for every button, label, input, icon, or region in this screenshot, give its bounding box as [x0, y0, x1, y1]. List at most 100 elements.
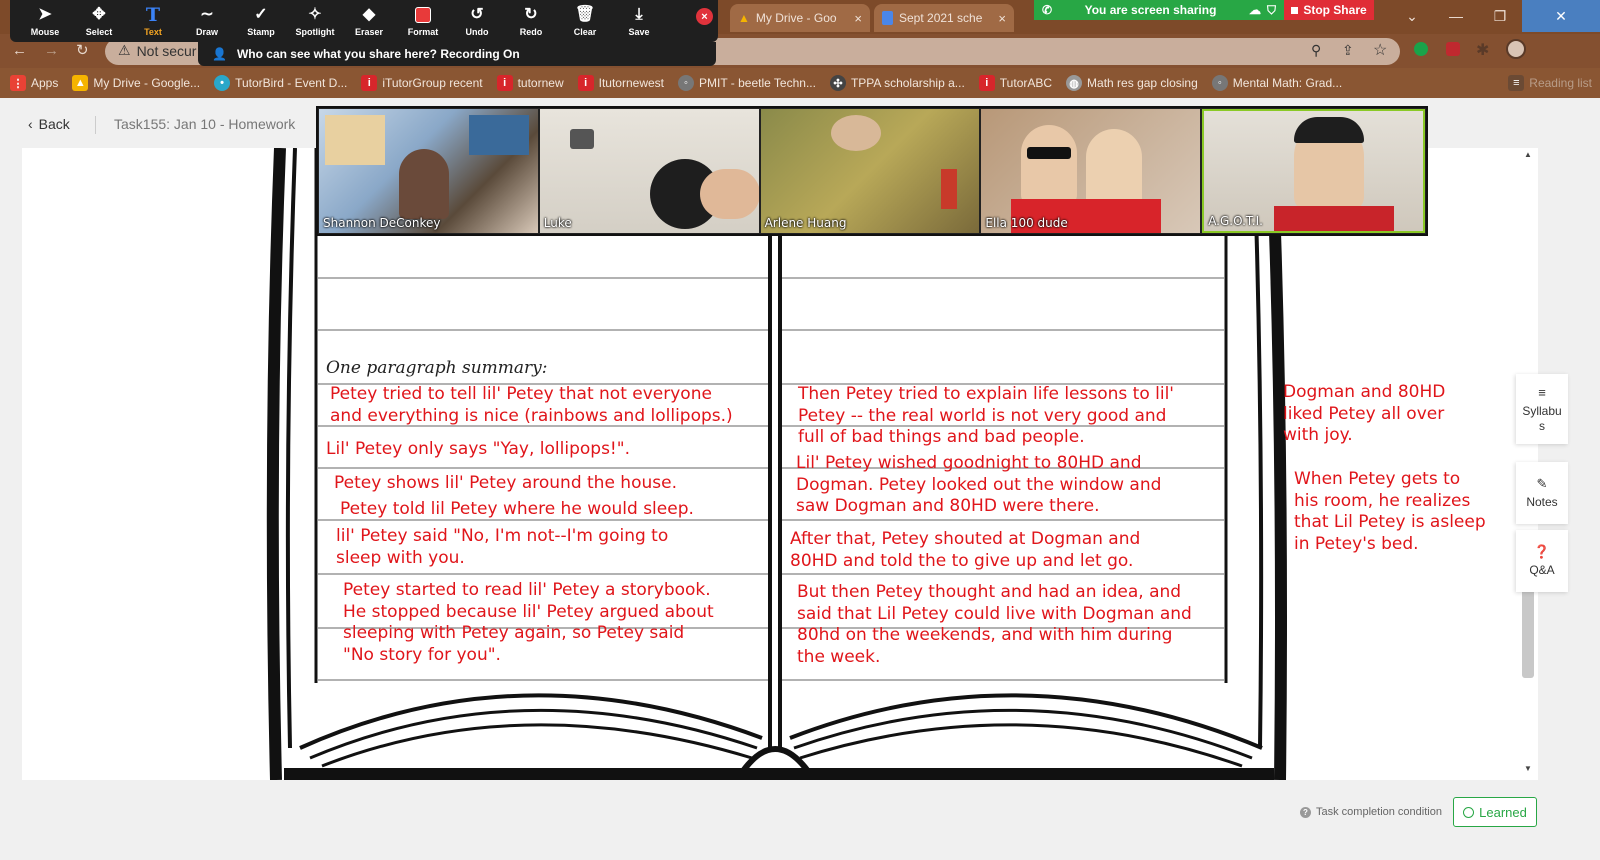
side-panel-label: Notes — [1526, 495, 1558, 509]
bookmark-apps[interactable]: ⋮ Apps — [10, 75, 58, 91]
restore-icon[interactable]: ❐ — [1478, 0, 1522, 32]
person — [399, 149, 449, 219]
apps-grid-icon: ⋮ — [10, 75, 26, 91]
video-tile-shannon[interactable]: Shannon DeConkey — [319, 109, 538, 233]
warning-icon: ⚠ — [118, 42, 131, 58]
left-note-1[interactable]: Petey tried to tell lil' Petey that not … — [330, 384, 733, 427]
right-note-1[interactable]: Then Petey tried to explain life lessons… — [798, 384, 1174, 449]
tool-label: Undo — [465, 27, 489, 37]
bookmark-mental-math[interactable]: ◦ Mental Math: Grad... — [1211, 75, 1342, 91]
video-tile-agoti[interactable]: A.G.O.T.I. — [1202, 109, 1425, 233]
left-note-4[interactable]: Petey told lil Petey where he would slee… — [340, 499, 694, 521]
tool-eraser[interactable]: ◆ Eraser — [342, 0, 396, 42]
tool-stamp[interactable]: ✓ Stamp — [234, 0, 288, 42]
tool-redo[interactable]: ↻ Redo — [504, 0, 558, 42]
screen-sharing-banner: ✆ You are screen sharing ☁ ⛉ — [1034, 0, 1284, 20]
side-panel-qa[interactable]: ❓ Q&A — [1516, 530, 1568, 592]
bookmark-itutorgroup[interactable]: i iTutorGroup recent — [361, 75, 483, 91]
bookmark-tutorabc[interactable]: i TutorABC — [978, 75, 1053, 91]
back-button[interactable]: ‹ Back — [28, 116, 70, 132]
spotlight-icon: ✧ — [308, 6, 322, 23]
stop-share-button[interactable]: Stop Share — [1284, 0, 1374, 20]
side-panel-syllabus[interactable]: ≡ Syllabu s — [1516, 374, 1568, 444]
bookmark-reading-list[interactable]: ≡ Reading list — [1508, 75, 1592, 91]
right-note-4[interactable]: But then Petey thought and had an idea, … — [797, 582, 1192, 668]
scroll-down-icon[interactable]: ▼ — [1524, 764, 1532, 773]
close-icon[interactable]: × — [998, 11, 1006, 26]
list-icon: ≡ — [1538, 384, 1546, 400]
bookmark-my-drive[interactable]: ▲ My Drive - Google... — [72, 75, 200, 91]
window-close-icon[interactable]: ✕ — [1522, 0, 1600, 32]
bookmark-star-icon[interactable]: ☆ — [1373, 40, 1387, 60]
tool-format[interactable]: Format — [396, 0, 450, 42]
close-icon[interactable]: × — [696, 8, 713, 25]
tab-sept-schedule[interactable]: Sept 2021 sche × — [874, 4, 1014, 32]
tool-label: Eraser — [354, 27, 384, 37]
left-note-5[interactable]: lil' Petey said "No, I'm not--I'm going … — [336, 526, 668, 569]
tool-label: Redo — [519, 27, 543, 37]
save-icon: ⤓ — [635, 6, 643, 23]
bookmark-label: TutorABC — [999, 76, 1053, 90]
redo-icon: ↻ — [524, 6, 538, 23]
globe-icon: ◦ — [678, 75, 694, 91]
drive-icon: ▲ — [738, 11, 750, 25]
bookmark-itutornewest[interactable]: i Itutornewest — [577, 75, 664, 91]
side-panel-label: Q&A — [1529, 563, 1555, 577]
screen-sharing-label: You are screen sharing — [1084, 3, 1217, 17]
close-icon[interactable]: × — [854, 11, 862, 26]
tool-save[interactable]: ⤓ Save — [612, 0, 666, 42]
tab-search-icon[interactable]: ⌄ — [1390, 0, 1434, 32]
reload-icon[interactable]: ↻ — [76, 41, 89, 59]
scroll-up-icon[interactable]: ▲ — [1524, 150, 1532, 159]
avatar[interactable] — [1506, 39, 1526, 59]
tool-text[interactable]: T Text — [126, 0, 180, 42]
shirt — [1274, 206, 1395, 231]
back-arrow-icon[interactable]: ← — [12, 42, 27, 59]
margin-note-1[interactable]: Dogman and 80HD liked Petey all over wit… — [1283, 382, 1445, 447]
itutor-icon: i — [978, 75, 995, 91]
margin-note-2[interactable]: When Petey gets to his room, he realizes… — [1294, 469, 1486, 555]
video-tile-luke[interactable]: Luke — [539, 109, 759, 233]
bookmark-tppa[interactable]: ✣ TPPA scholarship a... — [829, 75, 965, 91]
tool-undo[interactable]: ↺ Undo — [450, 0, 504, 42]
video-tile-arlene[interactable]: Arlene Huang — [760, 109, 980, 233]
scrollbar-thumb[interactable] — [1522, 586, 1534, 678]
decor — [940, 169, 957, 209]
tab-my-drive[interactable]: ▲ My Drive - Goo × — [730, 4, 870, 32]
share-icon[interactable]: ⇪ — [1342, 42, 1354, 59]
video-tile-ella[interactable]: Ella 100 dude — [981, 109, 1201, 233]
task-completion-condition[interactable]: ? Task completion condition — [1300, 806, 1442, 818]
stamp-icon: ✓ — [254, 6, 268, 23]
minimize-icon[interactable]: — — [1434, 0, 1478, 32]
person — [830, 115, 881, 151]
security-warning[interactable]: ⚠ Not secur — [118, 42, 196, 59]
cloud-icon: ☁ — [1248, 3, 1261, 17]
right-note-3[interactable]: After that, Petey shouted at Dogman and … — [790, 529, 1140, 572]
learned-button[interactable]: Learned — [1453, 797, 1537, 827]
tab-label: My Drive - Goo — [755, 11, 837, 25]
left-note-6[interactable]: Petey started to read lil' Petey a story… — [343, 580, 714, 666]
bookmark-tutornew[interactable]: i tutornew — [496, 75, 564, 91]
bookmark-tutorbird[interactable]: • TutorBird - Event D... — [214, 75, 347, 91]
extensions-icon[interactable]: ✱ — [1476, 40, 1489, 60]
side-panel-notes[interactable]: ✎ Notes — [1516, 462, 1568, 524]
tool-select[interactable]: ✥ Select — [72, 0, 126, 42]
bookmark-math-res[interactable]: ◍ Math res gap closing — [1066, 75, 1198, 91]
bookmark-pmit[interactable]: ◦ PMIT - beetle Techn... — [678, 75, 816, 91]
tool-mouse[interactable]: ➤ Mouse — [18, 0, 72, 42]
evernote-icon[interactable] — [1414, 42, 1428, 56]
left-note-3[interactable]: Petey shows lil' Petey around the house. — [334, 473, 677, 495]
glasses — [1027, 147, 1072, 159]
circle-icon — [1463, 806, 1475, 818]
tool-spotlight[interactable]: ✧ Spotlight — [288, 0, 342, 42]
security-warning-label: Not secur — [136, 42, 197, 59]
ublock-icon[interactable] — [1446, 42, 1460, 56]
tool-label: Draw — [195, 27, 218, 37]
tool-clear[interactable]: 🗑 Clear — [558, 0, 612, 42]
tool-draw[interactable]: ∼ Draw — [180, 0, 234, 42]
forward-arrow-icon[interactable]: → — [44, 42, 59, 59]
stop-icon — [1291, 6, 1299, 14]
right-note-2[interactable]: Lil' Petey wished goodnight to 80HD and … — [796, 453, 1161, 518]
left-note-2[interactable]: Lil' Petey only says "Yay, lollipops!". — [326, 439, 630, 461]
zoom-lens-icon[interactable]: ⚲ — [1311, 42, 1321, 59]
